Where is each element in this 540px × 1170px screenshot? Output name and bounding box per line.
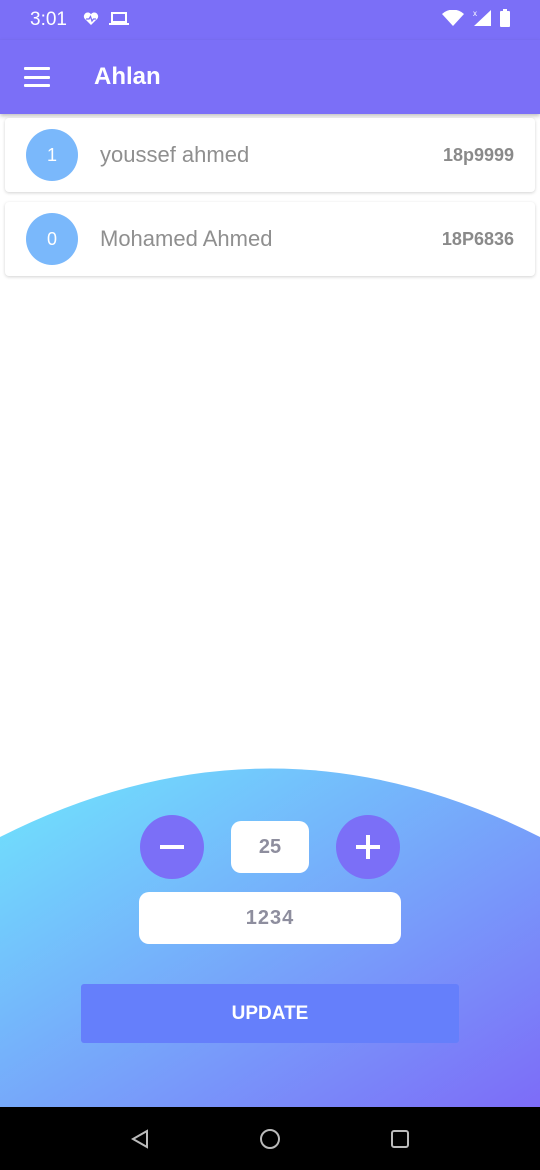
list-item-code: 18p9999 [442, 144, 514, 165]
quantity-value[interactable]: 25 [231, 821, 309, 873]
decrement-button[interactable] [140, 815, 204, 879]
avatar: 1 [26, 129, 78, 181]
list-item-name: youssef ahmed [100, 142, 250, 167]
svg-text:x: x [473, 9, 477, 18]
update-button[interactable]: UPDATE [81, 984, 459, 1043]
page-title: Ahlan [94, 63, 161, 90]
recents-icon[interactable] [380, 1119, 420, 1159]
system-nav-bar [0, 1107, 540, 1170]
avatar: 0 [26, 213, 78, 265]
list-item[interactable]: 0 Mohamed Ahmed 18P6836 [5, 202, 535, 276]
status-bar: 3:01 x [0, 0, 540, 40]
home-icon[interactable] [250, 1119, 290, 1159]
list-item-code: 18P6836 [441, 228, 514, 249]
minus-icon [160, 845, 184, 849]
list-item-name: Mohamed Ahmed [100, 226, 273, 251]
heart-pulse-icon [83, 10, 99, 31]
wifi-icon [442, 9, 464, 31]
code-input[interactable]: 1234 [139, 892, 401, 944]
status-left-icons [83, 10, 129, 31]
signal-icon: x [472, 9, 492, 32]
quantity-stepper: 25 [140, 815, 400, 879]
status-right-icons: x [442, 8, 510, 32]
increment-button[interactable] [336, 815, 400, 879]
laptop-icon [108, 10, 129, 31]
battery-icon [500, 8, 510, 32]
menu-icon[interactable] [24, 67, 50, 87]
back-icon[interactable] [120, 1119, 160, 1159]
student-list: 1 youssef ahmed 18p9999 0 Mohamed Ahmed … [5, 118, 535, 286]
app-bar: Ahlan [0, 40, 540, 114]
list-item[interactable]: 1 youssef ahmed 18p9999 [5, 118, 535, 192]
status-time: 3:01 [30, 9, 67, 30]
plus-icon [356, 835, 380, 859]
